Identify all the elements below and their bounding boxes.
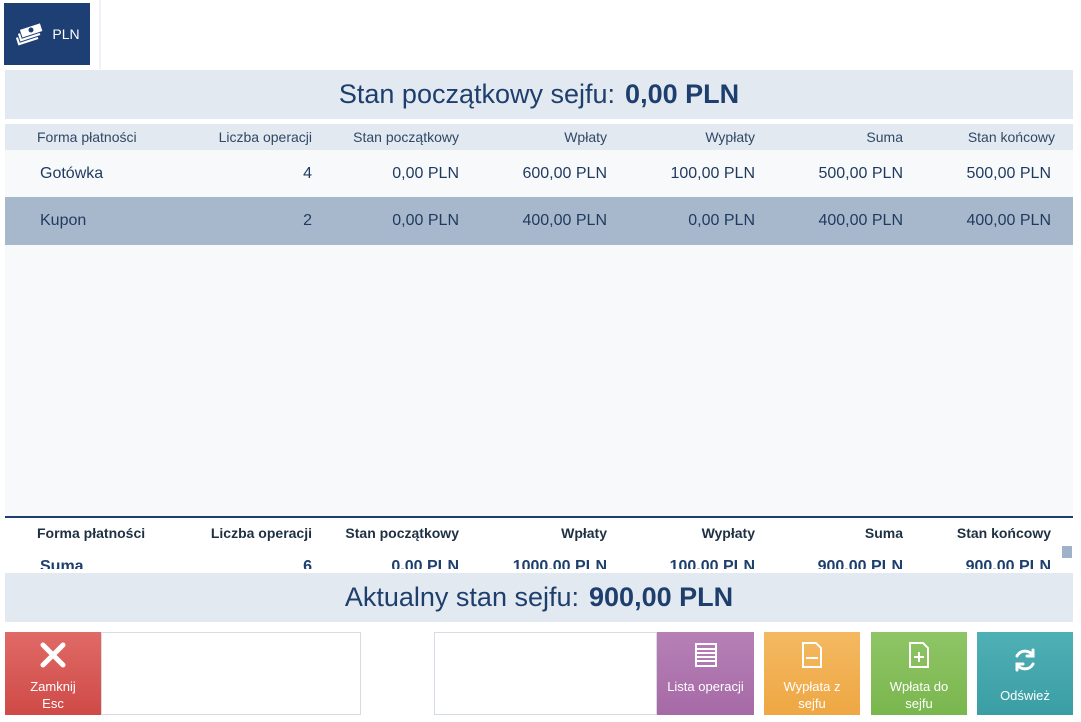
currency-tab-pln[interactable]: PLN xyxy=(4,3,90,65)
cell-sum: 500,00 PLN xyxy=(818,165,903,182)
cell-closing: 500,00 PLN xyxy=(966,165,1051,182)
table-row[interactable]: Gotówka 4 0,00 PLN 600,00 PLN 100,00 PLN… xyxy=(5,150,1073,198)
current-balance-bar: Aktualny stan sejfu: 900,00 PLN xyxy=(5,573,1073,622)
column-header-deposits[interactable]: Wpłaty xyxy=(564,124,607,150)
summary-table: Forma płatności Liczba operacji Stan poc… xyxy=(5,516,1073,569)
summary-cell-sum: 900,00 PLN xyxy=(817,558,903,569)
summary-row: Suma 6 0,00 PLN 1000,00 PLN 100,00 PLN 9… xyxy=(5,555,1073,569)
operations-list-button[interactable]: Lista operacji xyxy=(657,632,754,715)
table-row-selected[interactable]: Kupon 2 0,00 PLN 400,00 PLN 0,00 PLN 400… xyxy=(5,197,1073,245)
summary-cell-label: Suma xyxy=(40,558,84,569)
close-button-shortcut: Esc xyxy=(42,696,64,711)
deposit-to-safe-button[interactable]: Wpłata do sejfu xyxy=(871,632,967,715)
column-header-closing[interactable]: Stan końcowy xyxy=(968,124,1055,150)
cell-operations: 2 xyxy=(303,212,312,229)
refresh-button[interactable]: Odśwież xyxy=(977,632,1073,715)
table-header: Forma płatności Liczba operacji Stan poc… xyxy=(5,124,1073,150)
cell-withdrawals: 100,00 PLN xyxy=(670,165,755,182)
summary-header-deposits: Wpłaty xyxy=(561,525,607,541)
summary-header-payment-form: Forma płatności xyxy=(37,525,146,541)
current-balance-value: 900,00 PLN xyxy=(589,582,734,612)
summary-cell-opening: 0,00 PLN xyxy=(391,558,459,569)
operations-list-label: Lista operacji xyxy=(667,679,744,694)
refresh-icon xyxy=(1011,632,1039,687)
cell-closing: 400,00 PLN xyxy=(966,212,1051,229)
deposit-to-safe-label: Wpłata do sejfu xyxy=(889,679,949,711)
cell-deposits: 600,00 PLN xyxy=(522,165,607,182)
opening-balance-label: Stan początkowy sejfu: xyxy=(338,79,616,109)
column-header-withdrawals[interactable]: Wypłaty xyxy=(705,124,755,150)
cell-deposits: 400,00 PLN xyxy=(522,212,607,229)
currency-tab-label: PLN xyxy=(52,26,80,42)
empty-button-slot-right xyxy=(434,632,657,715)
tab-strip-divider xyxy=(99,0,101,69)
refresh-button-label: Odśwież xyxy=(1000,688,1050,703)
summary-header-sum: Suma xyxy=(864,525,903,541)
column-header-opening[interactable]: Stan początkowy xyxy=(353,124,459,150)
summary-header-opening: Stan początkowy xyxy=(345,525,459,541)
cell-withdrawals: 0,00 PLN xyxy=(688,212,755,229)
close-button[interactable]: Zamknij Esc xyxy=(5,632,101,715)
summary-cell-withdrawals: 100,00 PLN xyxy=(669,558,755,569)
cell-sum: 400,00 PLN xyxy=(818,212,903,229)
safe-status-window: PLN Stan początkowy sejfu: 0,00 PLN Form… xyxy=(0,0,1081,722)
summary-header: Forma płatności Liczba operacji Stan poc… xyxy=(5,521,1073,545)
column-header-payment-form[interactable]: Forma płatności xyxy=(37,124,137,150)
opening-balance-bar: Stan początkowy sejfu: 0,00 PLN xyxy=(5,70,1073,119)
column-header-sum[interactable]: Suma xyxy=(866,124,903,150)
summary-cell-deposits: 1000,00 PLN xyxy=(512,558,607,569)
cell-payment-form: Gotówka xyxy=(40,165,104,182)
column-header-operations[interactable]: Liczba operacji xyxy=(219,124,312,150)
document-icon xyxy=(799,632,825,678)
summary-scrollbar[interactable] xyxy=(1062,546,1072,558)
summary-cell-operations: 6 xyxy=(303,558,312,569)
current-balance-label: Aktualny stan sejfu: xyxy=(344,582,580,612)
empty-button-slot-left xyxy=(101,632,361,715)
cell-opening: 0,00 PLN xyxy=(392,165,459,182)
summary-header-operations: Liczba operacji xyxy=(210,525,312,541)
withdraw-from-safe-button[interactable]: Wypłata z sejfu xyxy=(764,632,860,715)
money-stack-icon xyxy=(15,22,45,46)
cell-operations: 4 xyxy=(303,165,312,182)
summary-header-withdrawals: Wypłaty xyxy=(701,525,755,541)
opening-balance-value: 0,00 PLN xyxy=(625,79,740,109)
cell-opening: 0,00 PLN xyxy=(392,212,459,229)
summary-header-closing: Stan końcowy xyxy=(956,525,1051,541)
withdraw-from-safe-label: Wypłata z sejfu xyxy=(783,679,841,711)
summary-cell-closing: 900,00 PLN xyxy=(965,558,1051,569)
close-button-label: Zamknij xyxy=(30,679,76,694)
list-icon xyxy=(693,632,719,678)
cell-payment-form: Kupon xyxy=(40,212,87,229)
payment-forms-table: Forma płatności Liczba operacji Stan poc… xyxy=(5,124,1073,516)
close-icon xyxy=(38,632,68,678)
document-add-icon xyxy=(906,632,932,678)
